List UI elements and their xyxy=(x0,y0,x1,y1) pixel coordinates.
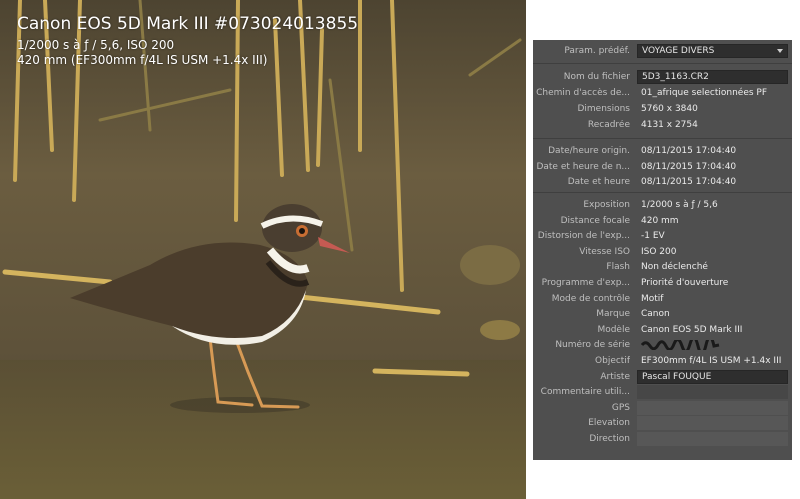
metadata-row-recadree: Recadrée 4131 x 2754 xyxy=(533,118,792,132)
metadata-value: Canon xyxy=(641,309,670,320)
metadata-label: Commentaire utili... xyxy=(540,387,630,398)
metadata-label: Dimensions xyxy=(577,104,630,114)
metadata-label: Numéro de série xyxy=(555,340,630,351)
preset-dropdown[interactable]: VOYAGE DIVERS xyxy=(637,44,788,58)
divider xyxy=(533,192,792,193)
metadata-row-distance-focale: Distance focale 420 mm xyxy=(533,214,792,228)
metadata-row-date-et-heure: Date et heure 08/11/2015 17:04:40 xyxy=(533,175,792,189)
divider xyxy=(533,63,792,64)
metadata-value: 08/11/2015 17:04:40 xyxy=(641,177,737,187)
metadata-value: 4131 x 2754 xyxy=(641,120,698,130)
metadata-field[interactable] xyxy=(637,400,788,415)
metadata-row-objectif: Objectif EF300mm f/4L IS USM +1.4x III xyxy=(533,354,792,368)
metadata-row-commentaire-utili: Commentaire utili... xyxy=(533,385,792,400)
metadata-label: Modèle xyxy=(597,324,630,335)
metadata-row-artiste: Artiste Pascal FOUQUE xyxy=(533,369,792,384)
metadata-value: 1/2000 s à ƒ / 5,6 xyxy=(641,200,718,210)
metadata-label: Chemin d'accès de... xyxy=(536,88,630,98)
metadata-label: Distance focale xyxy=(560,215,630,226)
metadata-label: Nom du fichier xyxy=(563,72,630,82)
metadata-label: Vitesse ISO xyxy=(579,246,630,257)
metadata-row-elevation: Élevation xyxy=(533,416,792,431)
chevron-down-icon xyxy=(777,49,783,53)
metadata-label: Direction xyxy=(589,434,630,444)
exposure-overlay: 1/2000 s à ƒ / 5,6, ISO 200 xyxy=(17,38,175,52)
metadata-field[interactable]: Pascal FOUQUE xyxy=(637,369,788,384)
metadata-row-date-et-heure-de-n: Date et heure de n... 08/11/2015 17:04:40 xyxy=(533,160,792,174)
metadata-label: Distorsion de l'exp... xyxy=(537,231,630,242)
camera-title-overlay: Canon EOS 5D Mark III #073024013855 xyxy=(17,14,359,34)
metadata-label: Artiste xyxy=(600,371,630,382)
metadata-value: Non déclenché xyxy=(641,262,708,273)
metadata-label: Programme d'exp... xyxy=(541,278,630,288)
metadata-value: 08/11/2015 17:04:40 xyxy=(641,146,737,156)
bird-photo-illustration xyxy=(0,0,526,499)
divider xyxy=(533,138,792,139)
metadata-value: EF300mm f/4L IS USM +1.4x III xyxy=(641,356,782,366)
metadata-label: Flash xyxy=(606,262,630,273)
preset-label: Param. prédéf. xyxy=(564,46,630,56)
metadata-label: Date et heure de n... xyxy=(536,161,630,172)
metadata-value: ISO 200 xyxy=(641,246,677,257)
metadata-value: -1 EV xyxy=(641,231,665,242)
metadata-label: Mode de contrôle xyxy=(551,293,630,304)
metadata-value: Motif xyxy=(641,293,664,304)
metadata-label: Marque xyxy=(596,309,630,320)
metadata-label: Objectif xyxy=(595,356,630,366)
metadata-row-chemin-d-acces-de: Chemin d'accès de... 01_afrique selection… xyxy=(533,86,792,100)
metadata-row-numero-de-serie: Numéro de série xyxy=(533,338,792,352)
metadata-label: Recadrée xyxy=(587,120,630,130)
metadata-value: 5760 x 3840 xyxy=(641,104,698,114)
photo-preview: Canon EOS 5D Mark III #073024013855 1/20… xyxy=(0,0,526,499)
metadata-field[interactable]: 5D3_1163.CR2 xyxy=(637,70,788,84)
metadata-panel: Param. prédéf. VOYAGE DIVERS Nom du fich… xyxy=(533,40,792,460)
metadata-field[interactable] xyxy=(637,385,788,400)
metadata-label: Date et heure xyxy=(567,177,630,187)
metadata-label: Exposition xyxy=(583,200,630,210)
metadata-row-modele: Modèle Canon EOS 5D Mark III xyxy=(533,323,792,337)
metadata-field[interactable] xyxy=(637,432,788,446)
metadata-row-nom-du-fichier: Nom du fichier 5D3_1163.CR2 xyxy=(533,70,792,84)
metadata-label: GPS xyxy=(611,402,630,413)
preset-value: VOYAGE DIVERS xyxy=(642,46,715,56)
metadata-value: 01_afrique selectionnées PF xyxy=(641,88,768,98)
metadata-row-distorsion-de-l-exp: Distorsion de l'exp... -1 EV xyxy=(533,229,792,243)
metadata-row-dimensions: Dimensions 5760 x 3840 xyxy=(533,102,792,116)
metadata-row-vitesse-iso: Vitesse ISO ISO 200 xyxy=(533,245,792,259)
metadata-row-date-heure-origin: Date/heure origin. 08/11/2015 17:04:40 xyxy=(533,144,792,158)
preset-row: Param. prédéf. VOYAGE DIVERS xyxy=(533,44,792,58)
metadata-value: 5D3_1163.CR2 xyxy=(642,72,709,82)
lens-overlay: 420 mm (EF300mm f/4L IS USM +1.4x III) xyxy=(17,53,268,67)
metadata-row-flash: Flash Non déclenché xyxy=(533,260,792,274)
metadata-field[interactable] xyxy=(637,416,788,431)
metadata-row-direction: Direction xyxy=(533,432,792,446)
redacted-scribble xyxy=(641,340,720,351)
metadata-row-programme-d-exp: Programme d'exp... Priorité d'ouverture xyxy=(533,276,792,290)
metadata-row-gps: GPS xyxy=(533,400,792,415)
metadata-row-exposition: Exposition 1/2000 s à ƒ / 5,6 xyxy=(533,198,792,212)
metadata-value: 420 mm xyxy=(641,215,679,226)
metadata-value: 08/11/2015 17:04:40 xyxy=(641,161,737,172)
metadata-value: Canon EOS 5D Mark III xyxy=(641,324,743,335)
metadata-label: Élevation xyxy=(588,418,630,429)
metadata-row-marque: Marque Canon xyxy=(533,307,792,321)
metadata-value: Priorité d'ouverture xyxy=(641,278,729,288)
metadata-label: Date/heure origin. xyxy=(548,146,630,156)
metadata-row-mode-de-controle: Mode de contrôle Motif xyxy=(533,292,792,306)
metadata-value: Pascal FOUQUE xyxy=(642,371,712,382)
